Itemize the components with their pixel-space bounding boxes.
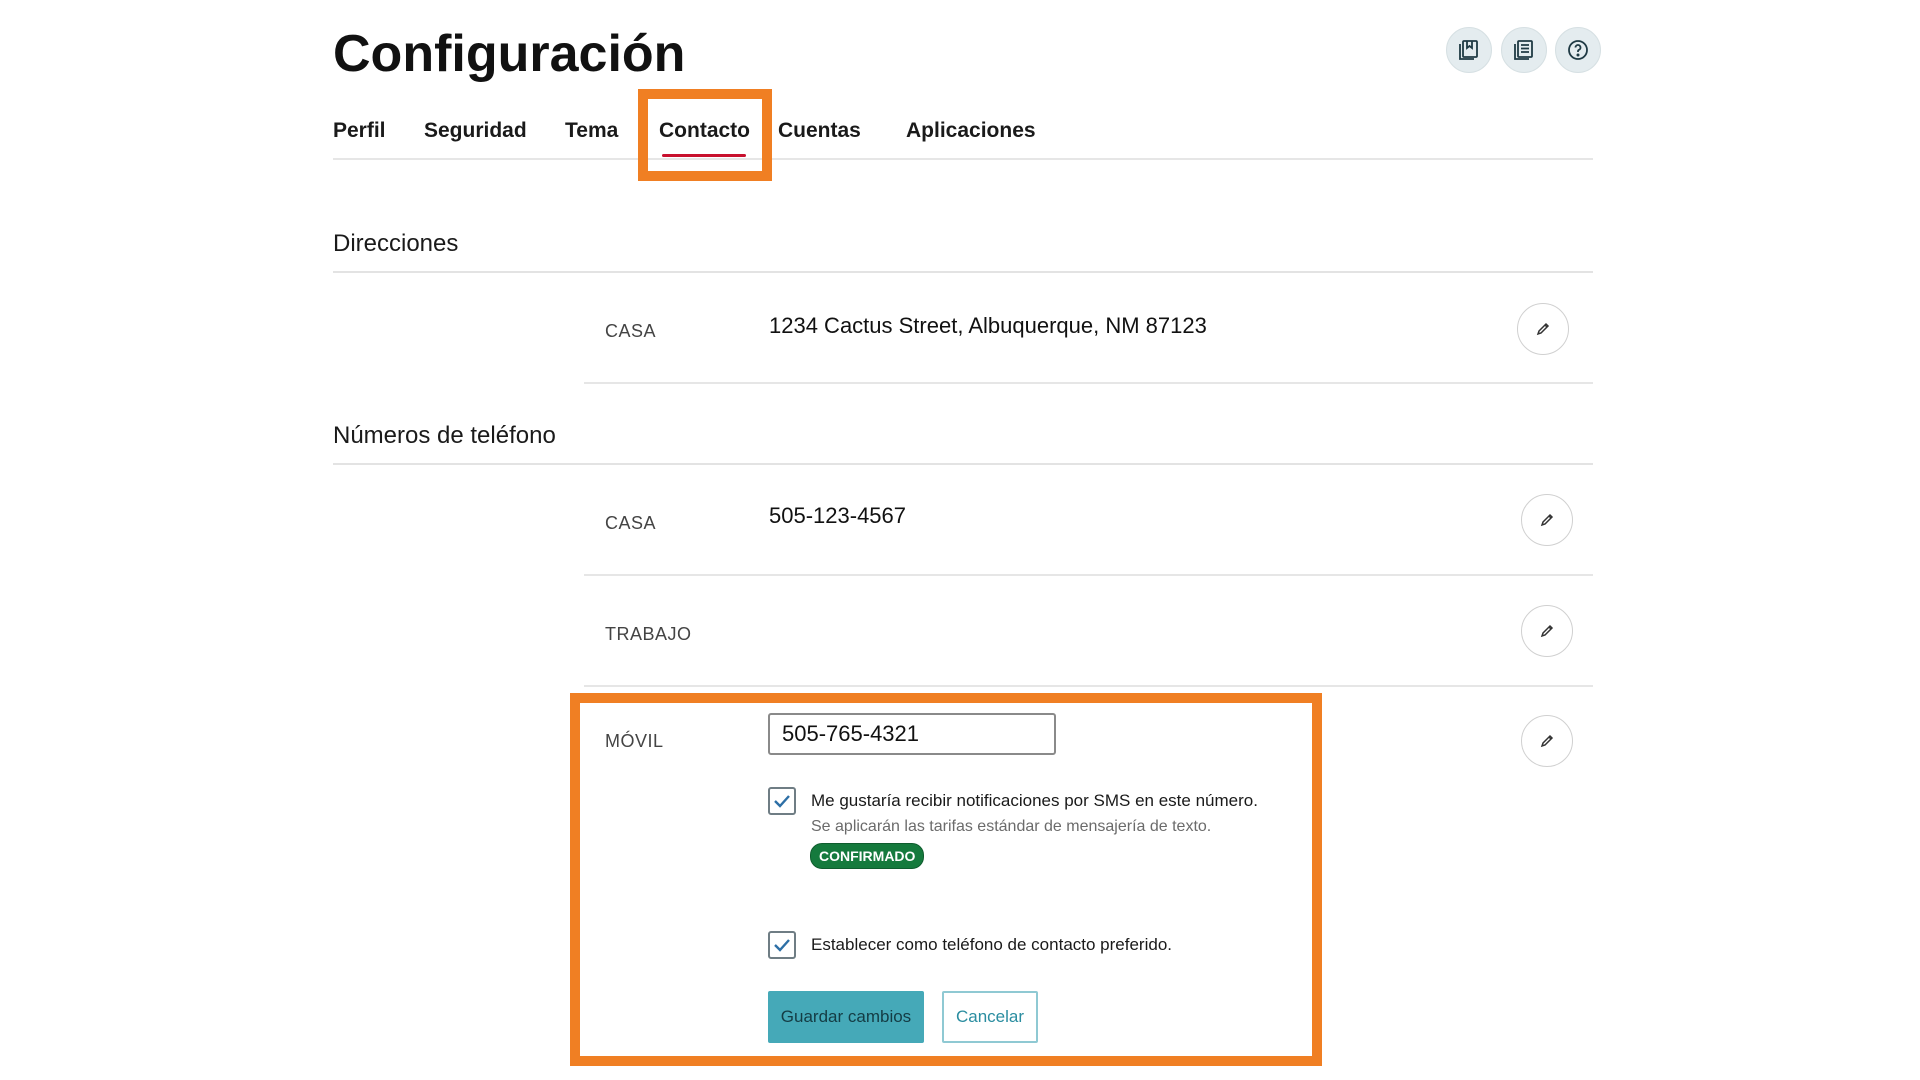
tabs-divider <box>333 158 1593 160</box>
phone-label-work: TRABAJO <box>605 624 692 644</box>
section-title-addresses: Direcciones <box>333 230 459 257</box>
help-circle-icon[interactable] <box>1555 27 1601 73</box>
tab-tema[interactable]: Tema <box>565 117 618 145</box>
tab-perfil[interactable]: Perfil <box>333 117 386 145</box>
edit-phone-work-button[interactable] <box>1521 605 1573 657</box>
pencil-icon <box>1536 322 1550 336</box>
active-tab-highlight <box>638 89 772 181</box>
section-divider <box>333 271 1593 273</box>
phone-label-home: CASA <box>605 513 657 533</box>
address-label-home: CASA <box>605 321 657 341</box>
edit-phone-mobile-button[interactable] <box>1521 715 1573 767</box>
phone-value-home: 505-123-4567 <box>769 503 907 528</box>
row-divider <box>584 574 1593 576</box>
pencil-icon <box>1540 513 1554 527</box>
page-title: Configuración <box>333 25 686 83</box>
pencil-icon <box>1540 734 1554 748</box>
row-divider <box>584 382 1593 384</box>
section-title-phones: Números de teléfono <box>333 422 556 449</box>
edit-address-home-button[interactable] <box>1517 303 1569 355</box>
row-divider <box>584 685 1593 687</box>
edit-phone-home-button[interactable] <box>1521 494 1573 546</box>
address-value-home: 1234 Cactus Street, Albuquerque, NM 8712… <box>769 313 1207 338</box>
document-list-icon[interactable] <box>1501 27 1547 73</box>
bookmark-book-icon[interactable] <box>1446 27 1492 73</box>
tab-seguridad[interactable]: Seguridad <box>424 117 527 145</box>
tab-aplicaciones[interactable]: Aplicaciones <box>906 117 1036 145</box>
tab-cuentas[interactable]: Cuentas <box>778 117 861 145</box>
section-divider <box>333 463 1593 465</box>
mobile-edit-highlight <box>570 693 1322 1066</box>
pencil-icon <box>1540 624 1554 638</box>
